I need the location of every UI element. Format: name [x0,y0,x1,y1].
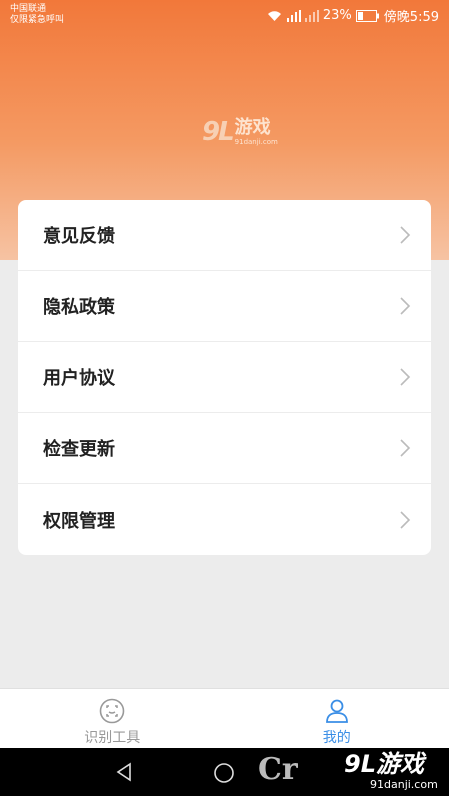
status-bar: 中国联通 仅限紧急呼叫 23% 傍晚5:59 [0,0,449,30]
chevron-right-icon [400,510,411,529]
menu-item-label: 意见反馈 [43,226,115,247]
watermark-logo: 9L游戏 91danji.com [344,750,438,791]
wifi-icon [266,10,283,22]
signal-icon [286,9,301,22]
watermark: Cr 9L游戏 91danji.com [252,748,449,796]
tab-label: 我的 [322,730,351,746]
menu-item-label: 检查更新 [43,439,115,460]
bottom-navigation: 识别工具 我的 [0,688,449,748]
chevron-right-icon [400,368,411,386]
menu-item-label: 隐私政策 [43,297,115,318]
system-navigation-bar: Cr 9L游戏 91danji.com [0,748,449,796]
app-logo: 9L 游戏 91danji.com [202,117,278,147]
emergency-only-text: 仅限紧急呼叫 [10,15,65,25]
status-icons: 23% 傍晚5:59 [266,6,439,25]
watermark-mark: 9L游戏 [344,750,424,778]
menu-item-label: 权限管理 [43,510,115,532]
chevron-right-icon [400,439,411,457]
menu-item-feedback[interactable]: 意见反馈 [18,200,431,271]
scan-icon [99,698,125,724]
logo-name: 游戏 [234,117,271,138]
tab-mine[interactable]: 我的 [225,689,449,748]
watermark-left-text: Cr [258,752,298,787]
menu-item-check-update[interactable]: 检查更新 [18,413,431,484]
carrier-info: 中国联通 仅限紧急呼叫 [10,4,64,26]
logo-url: 91danji.com [234,138,278,146]
logo-text: 游戏 91danji.com [234,117,278,147]
menu-item-permissions[interactable]: 权限管理 [18,484,431,555]
clock: 傍晚5:59 [383,10,439,25]
watermark-url: 91danji.com [370,778,438,791]
carrier-name: 中国联通 [10,4,47,14]
chevron-right-icon [400,226,411,244]
settings-menu-card: 意见反馈 隐私政策 用户协议 检查更新 权限管理 [18,200,431,555]
back-icon[interactable] [114,762,134,782]
tab-recognition-tools[interactable]: 识别工具 [0,689,225,748]
chevron-right-icon [400,297,411,315]
person-icon [325,699,348,723]
tab-label: 识别工具 [84,730,141,746]
logo-mark: 9L [202,117,235,147]
menu-item-privacy-policy[interactable]: 隐私政策 [18,271,431,342]
battery-icon [355,9,380,22]
battery-percent: 23% [322,8,352,23]
signal-icon-2 [304,9,319,22]
menu-item-user-agreement[interactable]: 用户协议 [18,342,431,413]
home-icon[interactable] [213,762,235,784]
menu-item-label: 用户协议 [43,368,115,389]
